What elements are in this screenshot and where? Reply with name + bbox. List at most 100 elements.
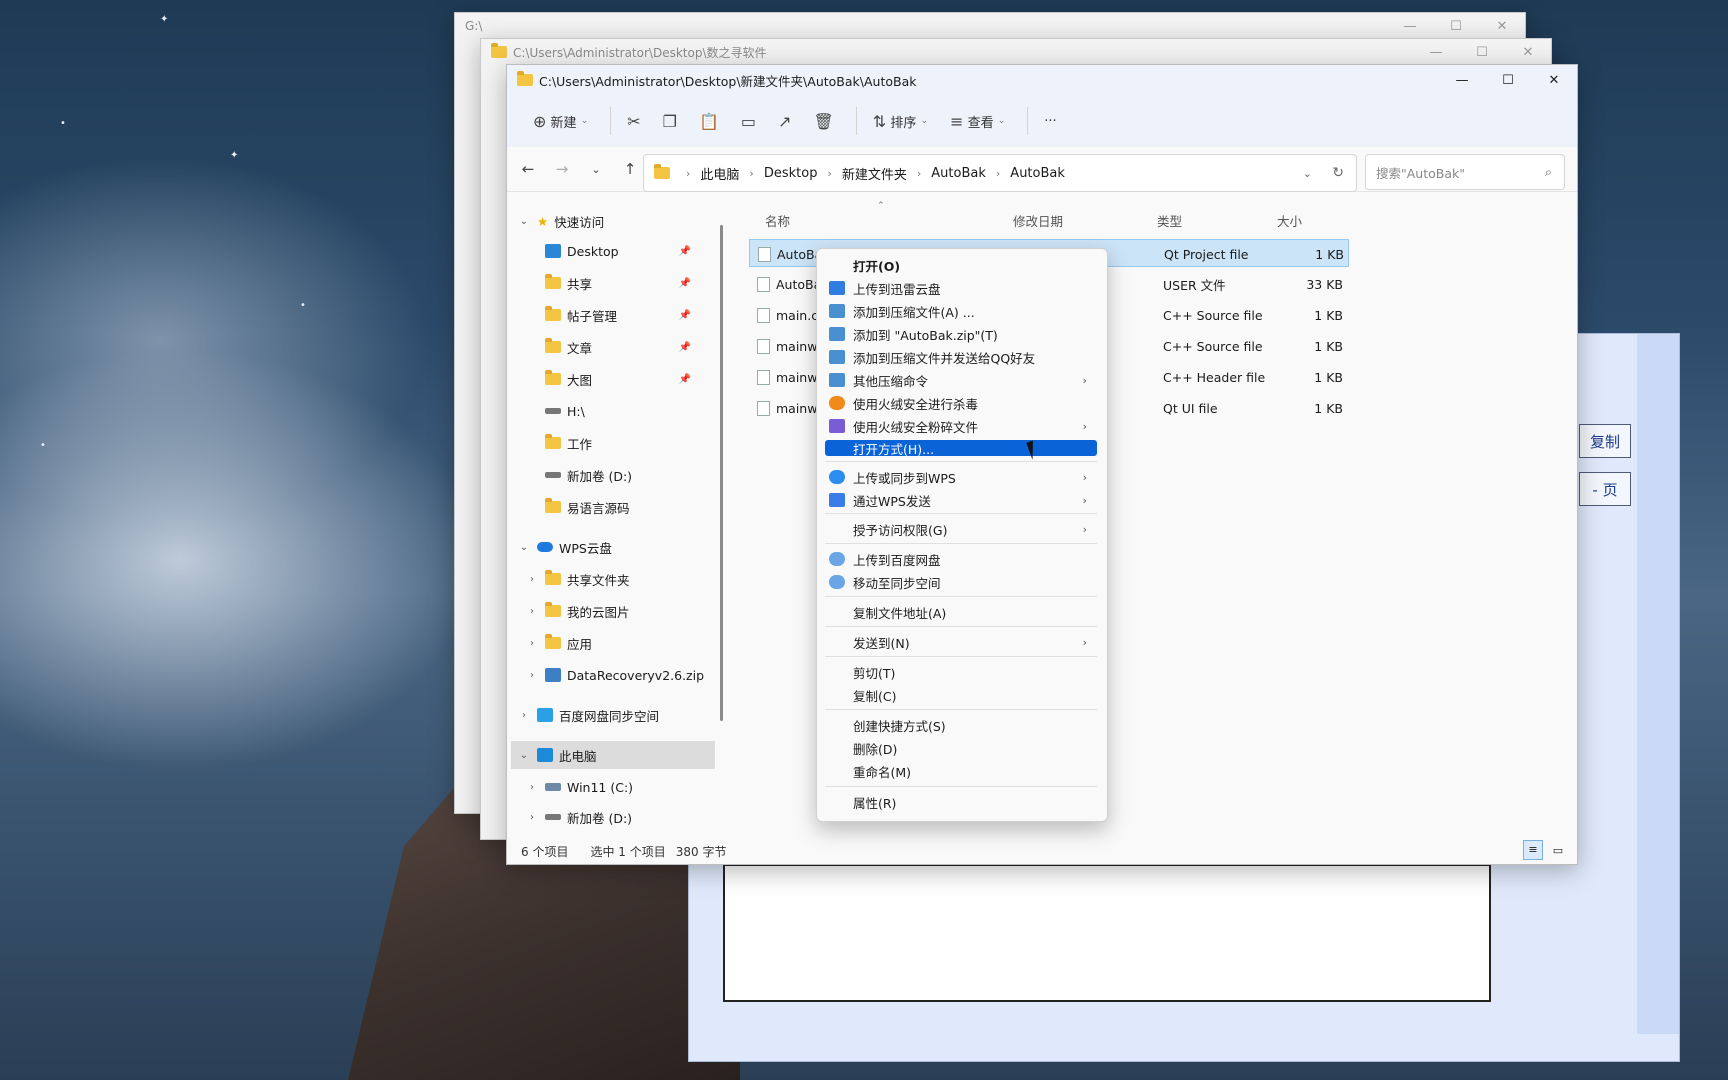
nav-item-articles[interactable]: 文章 📌	[545, 333, 703, 361]
maximize-button[interactable]: ☐	[1459, 45, 1505, 60]
file-size: 1 KB	[1314, 369, 1343, 385]
breadcrumb-item[interactable]: AutoBak	[1010, 166, 1065, 181]
close-button[interactable]: ✕	[1531, 73, 1577, 88]
menu-item-open-with[interactable]: 打开方式(H)...	[825, 440, 1097, 457]
nav-item-apps[interactable]: › 应用	[525, 629, 592, 657]
nav-scrollbar[interactable]	[720, 225, 723, 721]
text-area[interactable]	[723, 864, 1491, 1002]
menu-item-move-sync[interactable]: 移动至同步空间	[825, 571, 1097, 593]
menu-item-send-to[interactable]: 发送到(N) ›	[825, 631, 1097, 653]
forward-arrow-icon[interactable]: →	[545, 160, 579, 178]
new-button[interactable]: ⊕ 新建 ⌄	[525, 105, 596, 137]
address-bar[interactable]: › 此电脑 › Desktop › 新建文件夹 › AutoBak › Auto…	[643, 154, 1357, 192]
column-header-type[interactable]: 类型	[1157, 205, 1182, 235]
nav-item-source[interactable]: 易语言源码	[545, 493, 630, 521]
copy-toolbar-button[interactable]: ❐	[655, 105, 685, 137]
titlebar[interactable]: G:\ — ☐ ✕	[455, 13, 1525, 39]
drive-icon	[545, 472, 561, 478]
more-button[interactable]: ···	[1036, 105, 1064, 137]
paste-button[interactable]: 📋	[691, 105, 727, 137]
breadcrumb-item[interactable]: Desktop	[764, 166, 818, 181]
chevron-down-icon[interactable]: ⌄	[1303, 167, 1312, 180]
share-button[interactable]: ↗	[770, 105, 799, 137]
close-button[interactable]: ✕	[1505, 45, 1551, 60]
search-input[interactable]: 搜索"AutoBak" ⌕	[1365, 154, 1565, 190]
menu-item-delete[interactable]: 删除(D)	[825, 737, 1097, 759]
nav-this-pc[interactable]: ⌄ 此电脑	[511, 741, 715, 769]
nav-item-desktop[interactable]: Desktop 📌	[545, 237, 703, 265]
nav-item-images[interactable]: 大图 📌	[545, 365, 703, 393]
nav-item-d-drive[interactable]: 新加卷 (D:)	[545, 461, 632, 489]
breadcrumb-item[interactable]: AutoBak	[931, 166, 986, 181]
rename-button[interactable]: ▭	[733, 105, 764, 137]
column-header-name[interactable]: 名称	[765, 205, 790, 235]
nav-item-posts[interactable]: 帖子管理 📌	[545, 301, 703, 329]
cut-button[interactable]: ✂	[619, 105, 648, 137]
menu-item-huorong-scan[interactable]: 使用火绒安全进行杀毒	[825, 392, 1097, 414]
baidu-netdisk-icon	[829, 575, 845, 589]
titlebar[interactable]: C:\Users\Administrator\Desktop\数之寻软件 — ☐…	[481, 39, 1551, 65]
minimize-button[interactable]: —	[1439, 73, 1485, 88]
maximize-button[interactable]: ☐	[1433, 19, 1479, 34]
menu-item-properties[interactable]: 属性(R)	[825, 791, 1097, 813]
nav-item-share[interactable]: 共享 📌	[545, 269, 703, 297]
folder-icon	[545, 306, 561, 321]
star: •	[40, 440, 46, 451]
nav-item-work[interactable]: 工作	[545, 429, 592, 457]
breadcrumb-item[interactable]: 此电脑	[700, 164, 739, 183]
menu-item-create-shortcut[interactable]: 创建快捷方式(S)	[825, 714, 1097, 736]
column-header-size[interactable]: 大小	[1277, 205, 1302, 235]
minimize-button[interactable]: —	[1413, 45, 1459, 60]
menu-item-huorong-shred[interactable]: 使用火绒安全粉碎文件 ›	[825, 415, 1097, 437]
menu-item-open[interactable]: 打开(O)	[825, 254, 1097, 276]
menu-item-cut[interactable]: 剪切(T)	[825, 661, 1097, 683]
menu-item-other-archive[interactable]: 其他压缩命令 ›	[825, 369, 1097, 391]
chevron-right-icon: ›	[1082, 373, 1087, 387]
menu-separator	[825, 543, 1097, 544]
copy-button[interactable]: 复制	[1579, 424, 1631, 458]
menu-item-add-zip[interactable]: 添加到 "AutoBak.zip"(T)	[825, 323, 1097, 345]
up-arrow-icon[interactable]: ↑	[613, 160, 647, 178]
menu-item-copy[interactable]: 复制(C)	[825, 684, 1097, 706]
recent-chevron-icon[interactable]: ⌄	[579, 163, 613, 176]
nav-item-d-drive-pc[interactable]: › 新加卷 (D:)	[525, 803, 632, 831]
column-header-date[interactable]: 修改日期	[1013, 205, 1063, 235]
tiles-view-icon[interactable]: ▭	[1549, 842, 1567, 860]
share-icon: ↗	[778, 111, 792, 131]
breadcrumb-item[interactable]: 新建文件夹	[842, 164, 907, 183]
details-view-icon[interactable]: ≡	[1523, 840, 1543, 860]
page-button[interactable]: - 页	[1579, 472, 1631, 506]
menu-item-baidu-upload[interactable]: 上传到百度网盘	[825, 548, 1097, 570]
menu-item-rename[interactable]: 重命名(M)	[825, 760, 1097, 782]
menu-item-archive-qq[interactable]: 添加到压缩文件并发送给QQ好友	[825, 346, 1097, 368]
menu-item-add-archive[interactable]: 添加到压缩文件(A) ...	[825, 300, 1097, 322]
nav-item-zip[interactable]: › DataRecoveryv2.6.zip	[525, 661, 704, 689]
nav-quick-access[interactable]: ⌄ ★ 快速访问	[517, 207, 604, 235]
nav-wps-cloud[interactable]: ⌄ WPS云盘	[517, 533, 612, 561]
nav-item-cloud-pictures[interactable]: › 我的云图片	[525, 597, 630, 625]
chevron-right-icon: ›	[916, 166, 922, 180]
nav-baidu-sync[interactable]: › 百度网盘同步空间	[517, 701, 659, 729]
sort-button[interactable]: ⇅ 排序 ⌄	[865, 105, 936, 137]
nav-item-c-drive[interactable]: › Win11 (C:)	[525, 773, 633, 801]
titlebar[interactable]: C:\Users\Administrator\Desktop\新建文件夹\Aut…	[507, 65, 1577, 95]
view-button[interactable]: ≡ 查看 ⌄	[942, 105, 1013, 137]
menu-item-wps-send[interactable]: 通过WPS发送 ›	[825, 489, 1097, 511]
archive-icon	[829, 373, 845, 387]
nav-item-h-drive[interactable]: H:\	[545, 397, 585, 425]
back-arrow-icon[interactable]: ←	[511, 160, 545, 178]
menu-item-wps-sync[interactable]: 上传或同步到WPS ›	[825, 466, 1097, 488]
nav-label: 文章	[567, 340, 593, 356]
delete-button[interactable]: 🗑	[805, 105, 841, 137]
menu-item-grant-access[interactable]: 授予访问权限(G) ›	[825, 518, 1097, 540]
close-button[interactable]: ✕	[1479, 19, 1525, 34]
menu-item-upload-xunlei[interactable]: 上传到迅雷云盘	[825, 277, 1097, 299]
minimize-button[interactable]: —	[1387, 19, 1433, 34]
refresh-icon[interactable]: ↻	[1332, 165, 1344, 181]
folder-icon	[545, 370, 561, 385]
nav-label: DataRecoveryv2.6.zip	[567, 667, 705, 683]
file-icon	[757, 276, 770, 292]
maximize-button[interactable]: ☐	[1485, 73, 1531, 88]
nav-item-shared-folder[interactable]: › 共享文件夹	[525, 565, 630, 593]
menu-item-copy-path[interactable]: 复制文件地址(A)	[825, 601, 1097, 623]
